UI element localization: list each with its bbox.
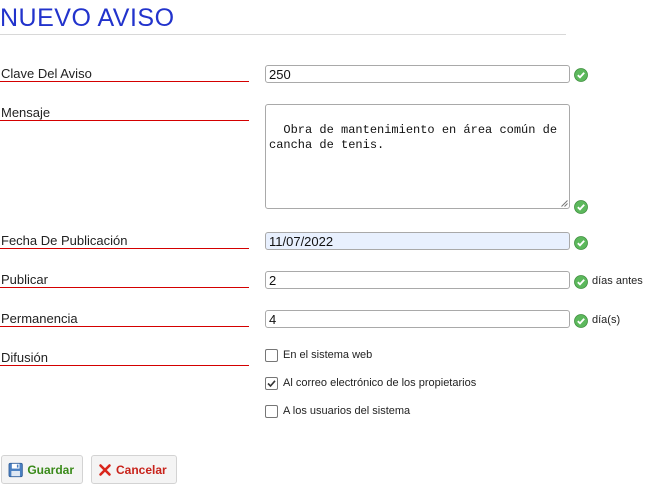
checkbox-correo[interactable] xyxy=(265,377,278,390)
publicar-input[interactable] xyxy=(265,271,570,289)
permanencia-label-underline xyxy=(0,326,249,327)
save-button-label: Guardar xyxy=(27,462,74,477)
checkbox-usuarios[interactable] xyxy=(265,405,278,418)
mensaje-textarea[interactable]: Obra de mantenimiento en área común de c… xyxy=(265,104,570,209)
permanencia-label: Permanencia xyxy=(1,311,78,326)
x-icon xyxy=(99,463,111,476)
checkbox-usuarios-label: A los usuarios del sistema xyxy=(283,405,411,417)
check-circle-icon xyxy=(574,275,588,289)
cancel-button-label: Cancelar xyxy=(116,462,167,477)
difusion-label-underline xyxy=(0,365,249,366)
publicar-unit: días antes xyxy=(592,275,643,287)
checkbox-correo-label: Al correo electrónico de los propietario… xyxy=(283,377,477,389)
save-button[interactable]: Guardar xyxy=(1,455,83,484)
mensaje-label: Mensaje xyxy=(1,105,51,120)
page-title: NUEVO AVISO xyxy=(0,4,175,32)
floppy-disk-icon xyxy=(8,462,23,477)
mensaje-label-underline xyxy=(0,120,249,121)
checkbox-web-label: En el sistema web xyxy=(283,349,373,361)
check-circle-icon xyxy=(574,236,588,250)
checkbox-web[interactable] xyxy=(265,349,278,362)
resize-grip-icon[interactable] xyxy=(561,200,568,207)
fecha-label-underline xyxy=(0,248,249,249)
cancel-button[interactable]: Cancelar xyxy=(91,455,177,484)
publicar-label-underline xyxy=(0,287,249,288)
mensaje-text: Obra de mantenimiento en área común de c… xyxy=(269,123,558,152)
check-circle-icon xyxy=(574,314,588,328)
clave-label-underline xyxy=(0,81,249,82)
fecha-label: Fecha De Publicación xyxy=(1,233,128,248)
fecha-input[interactable] xyxy=(265,232,570,250)
check-circle-icon xyxy=(574,200,588,214)
publicar-label: Publicar xyxy=(1,272,48,287)
permanencia-input[interactable] xyxy=(265,310,570,328)
difusion-label: Difusión xyxy=(1,350,48,365)
title-divider xyxy=(0,34,566,35)
checkmark-icon xyxy=(267,380,276,388)
clave-label: Clave Del Aviso xyxy=(1,66,92,81)
clave-input[interactable] xyxy=(265,65,570,83)
check-circle-icon xyxy=(574,68,588,82)
permanencia-unit: día(s) xyxy=(592,314,621,326)
